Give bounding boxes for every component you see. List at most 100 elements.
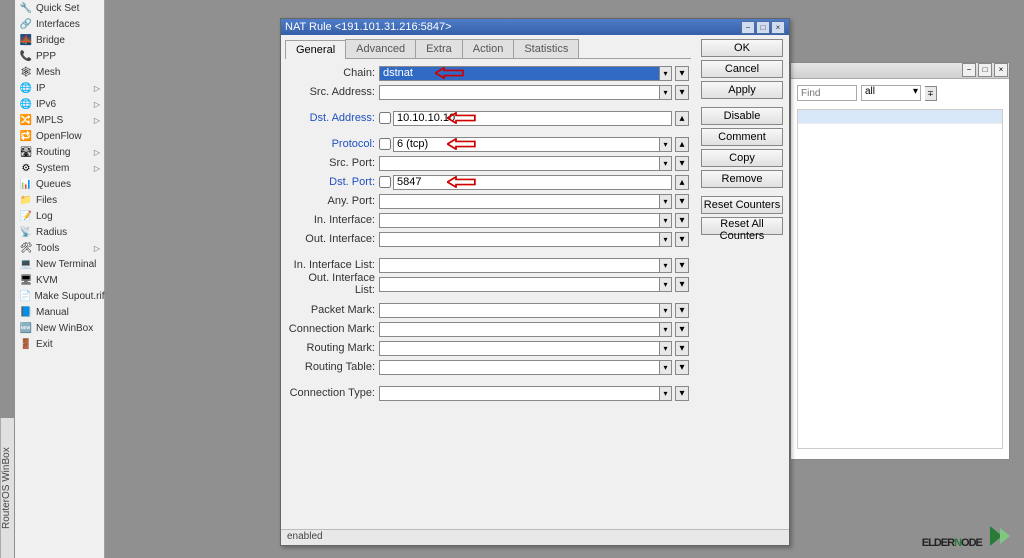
dropdown-src_port[interactable]: ▾: [660, 156, 672, 171]
dropdown-routing_table[interactable]: ▾: [660, 360, 672, 375]
dropdown-in_interface[interactable]: ▾: [660, 213, 672, 228]
toggle-in_interface[interactable]: ▾: [675, 213, 689, 228]
sidebar-item-bridge[interactable]: 🌉Bridge: [15, 32, 104, 48]
input-routing_mark[interactable]: [379, 341, 660, 356]
tab-statistics[interactable]: Statistics: [513, 39, 579, 58]
reset-all-counters-button[interactable]: Reset All Counters: [701, 217, 783, 235]
dropdown-out_if_list[interactable]: ▾: [660, 277, 672, 292]
tab-general[interactable]: General: [285, 40, 346, 59]
toggle-routing_mark[interactable]: ▾: [675, 341, 689, 356]
dropdown-out_interface[interactable]: ▾: [660, 232, 672, 247]
toggle-any_port[interactable]: ▾: [675, 194, 689, 209]
input-out_if_list[interactable]: [379, 277, 660, 292]
sidebar-item-ipv6[interactable]: 🌐IPv6▷: [15, 96, 104, 112]
sidebar-item-interfaces[interactable]: 🔗Interfaces: [15, 16, 104, 32]
apply-button[interactable]: Apply: [701, 81, 783, 99]
input-out_interface[interactable]: [379, 232, 660, 247]
toggle-conn_type[interactable]: ▾: [675, 386, 689, 401]
sidebar-item-label: Tools: [36, 243, 94, 254]
dropdown-any_port[interactable]: ▾: [660, 194, 672, 209]
input-protocol[interactable]: [393, 137, 660, 152]
dropdown-chain[interactable]: ▾: [660, 66, 672, 81]
bg-maximize-button[interactable]: □: [978, 63, 992, 77]
bg-list[interactable]: [797, 109, 1003, 449]
toggle-src_port[interactable]: ▾: [675, 156, 689, 171]
input-dst_port[interactable]: [393, 175, 672, 190]
toggle-out_if_list[interactable]: ▾: [675, 277, 689, 292]
tab-extra[interactable]: Extra: [415, 39, 463, 58]
toggle-chain[interactable]: ▾: [675, 66, 689, 81]
toggle-dst_address[interactable]: ▴: [675, 111, 689, 126]
invert-checkbox-dst_address[interactable]: [379, 112, 391, 124]
caret-icon: ▷: [94, 148, 100, 157]
dropdown-packet_mark[interactable]: ▾: [660, 303, 672, 318]
tab-advanced[interactable]: Advanced: [345, 39, 416, 58]
dlg-maximize-button[interactable]: □: [756, 21, 770, 34]
filter-combo[interactable]: all: [861, 85, 921, 101]
list-item[interactable]: [798, 110, 1002, 124]
dropdown-routing_mark[interactable]: ▾: [660, 341, 672, 356]
sidebar-item-new-terminal[interactable]: 💻New Terminal: [15, 256, 104, 272]
input-in_if_list[interactable]: [379, 258, 660, 273]
toggle-packet_mark[interactable]: ▾: [675, 303, 689, 318]
input-in_interface[interactable]: [379, 213, 660, 228]
toggle-out_interface[interactable]: ▾: [675, 232, 689, 247]
toggle-in_if_list[interactable]: ▾: [675, 258, 689, 273]
sidebar-item-exit[interactable]: 🚪Exit: [15, 336, 104, 352]
input-chain[interactable]: [379, 66, 660, 81]
filter-dd-button[interactable]: ∓: [925, 86, 937, 101]
tab-action[interactable]: Action: [462, 39, 515, 58]
input-routing_table[interactable]: [379, 360, 660, 375]
toggle-conn_mark[interactable]: ▾: [675, 322, 689, 337]
dropdown-conn_type[interactable]: ▾: [660, 386, 672, 401]
input-conn_mark[interactable]: [379, 322, 660, 337]
sidebar-item-routing[interactable]: 🛣Routing▷: [15, 144, 104, 160]
toggle-protocol[interactable]: ▴: [675, 137, 689, 152]
sidebar-item-queues[interactable]: 📊Queues: [15, 176, 104, 192]
sidebar-item-quick-set[interactable]: 🔧Quick Set: [15, 0, 104, 16]
input-packet_mark[interactable]: [379, 303, 660, 318]
sidebar-item-mpls[interactable]: 🔀MPLS▷: [15, 112, 104, 128]
remove-button[interactable]: Remove: [701, 170, 783, 188]
dropdown-in_if_list[interactable]: ▾: [660, 258, 672, 273]
sidebar-item-manual[interactable]: 📘Manual: [15, 304, 104, 320]
dlg-close-button[interactable]: ×: [771, 21, 785, 34]
dropdown-conn_mark[interactable]: ▾: [660, 322, 672, 337]
comment-button[interactable]: Comment: [701, 128, 783, 146]
sidebar-item-ppp[interactable]: 📞PPP: [15, 48, 104, 64]
bg-minimize-button[interactable]: −: [962, 63, 976, 77]
caret-icon: ▷: [94, 116, 100, 125]
sidebar-item-kvm[interactable]: 🖥KVM: [15, 272, 104, 288]
sidebar-item-system[interactable]: ⚙System▷: [15, 160, 104, 176]
invert-checkbox-dst_port[interactable]: [379, 176, 391, 188]
toggle-src_address[interactable]: ▾: [675, 85, 689, 100]
reset-counters-button[interactable]: Reset Counters: [701, 196, 783, 214]
sidebar-item-make-supout-rif[interactable]: 📄Make Supout.rif: [15, 288, 104, 304]
dropdown-protocol[interactable]: ▾: [660, 137, 672, 152]
invert-checkbox-protocol[interactable]: [379, 138, 391, 150]
sidebar-item-new-winbox[interactable]: 🆕New WinBox: [15, 320, 104, 336]
dlg-minimize-button[interactable]: −: [741, 21, 755, 34]
copy-button[interactable]: Copy: [701, 149, 783, 167]
toggle-dst_port[interactable]: ▴: [675, 175, 689, 190]
input-conn_type[interactable]: [379, 386, 660, 401]
dropdown-src_address[interactable]: ▾: [660, 85, 672, 100]
input-any_port[interactable]: [379, 194, 660, 209]
disable-button[interactable]: Disable: [701, 107, 783, 125]
input-src_port[interactable]: [379, 156, 660, 171]
bg-close-button[interactable]: ×: [994, 63, 1008, 77]
sidebar-item-openflow[interactable]: 🔁OpenFlow: [15, 128, 104, 144]
input-src_address[interactable]: [379, 85, 660, 100]
cancel-button[interactable]: Cancel: [701, 60, 783, 78]
sidebar-item-mesh[interactable]: 🕸Mesh: [15, 64, 104, 80]
sidebar-item-files[interactable]: 📁Files: [15, 192, 104, 208]
sidebar-icon: 🕸: [19, 65, 33, 79]
toggle-routing_table[interactable]: ▾: [675, 360, 689, 375]
sidebar-item-ip[interactable]: 🌐IP▷: [15, 80, 104, 96]
sidebar-item-tools[interactable]: 🛠Tools▷: [15, 240, 104, 256]
ok-button[interactable]: OK: [701, 39, 783, 57]
sidebar-item-radius[interactable]: 📡Radius: [15, 224, 104, 240]
sidebar-item-log[interactable]: 📝Log: [15, 208, 104, 224]
find-input[interactable]: [797, 85, 857, 101]
input-dst_address[interactable]: [393, 111, 672, 126]
